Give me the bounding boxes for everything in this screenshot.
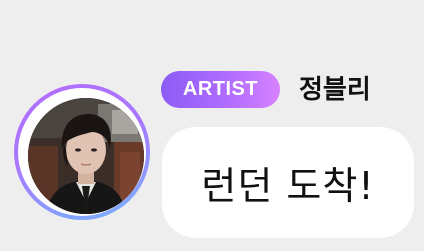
message-bubble[interactable]: 런던 도착! (162, 127, 414, 238)
artist-badge-label: ARTIST (182, 78, 259, 100)
avatar-photo-icon (28, 98, 144, 214)
top-bar (0, 0, 424, 40)
avatar-ring[interactable] (14, 84, 150, 220)
sender-name[interactable]: 정블리 (299, 72, 371, 108)
message-text: 런던 도착! (201, 164, 375, 208)
avatar-border (18, 88, 146, 216)
artist-badge: ARTIST (161, 71, 280, 108)
avatar[interactable] (28, 98, 144, 214)
